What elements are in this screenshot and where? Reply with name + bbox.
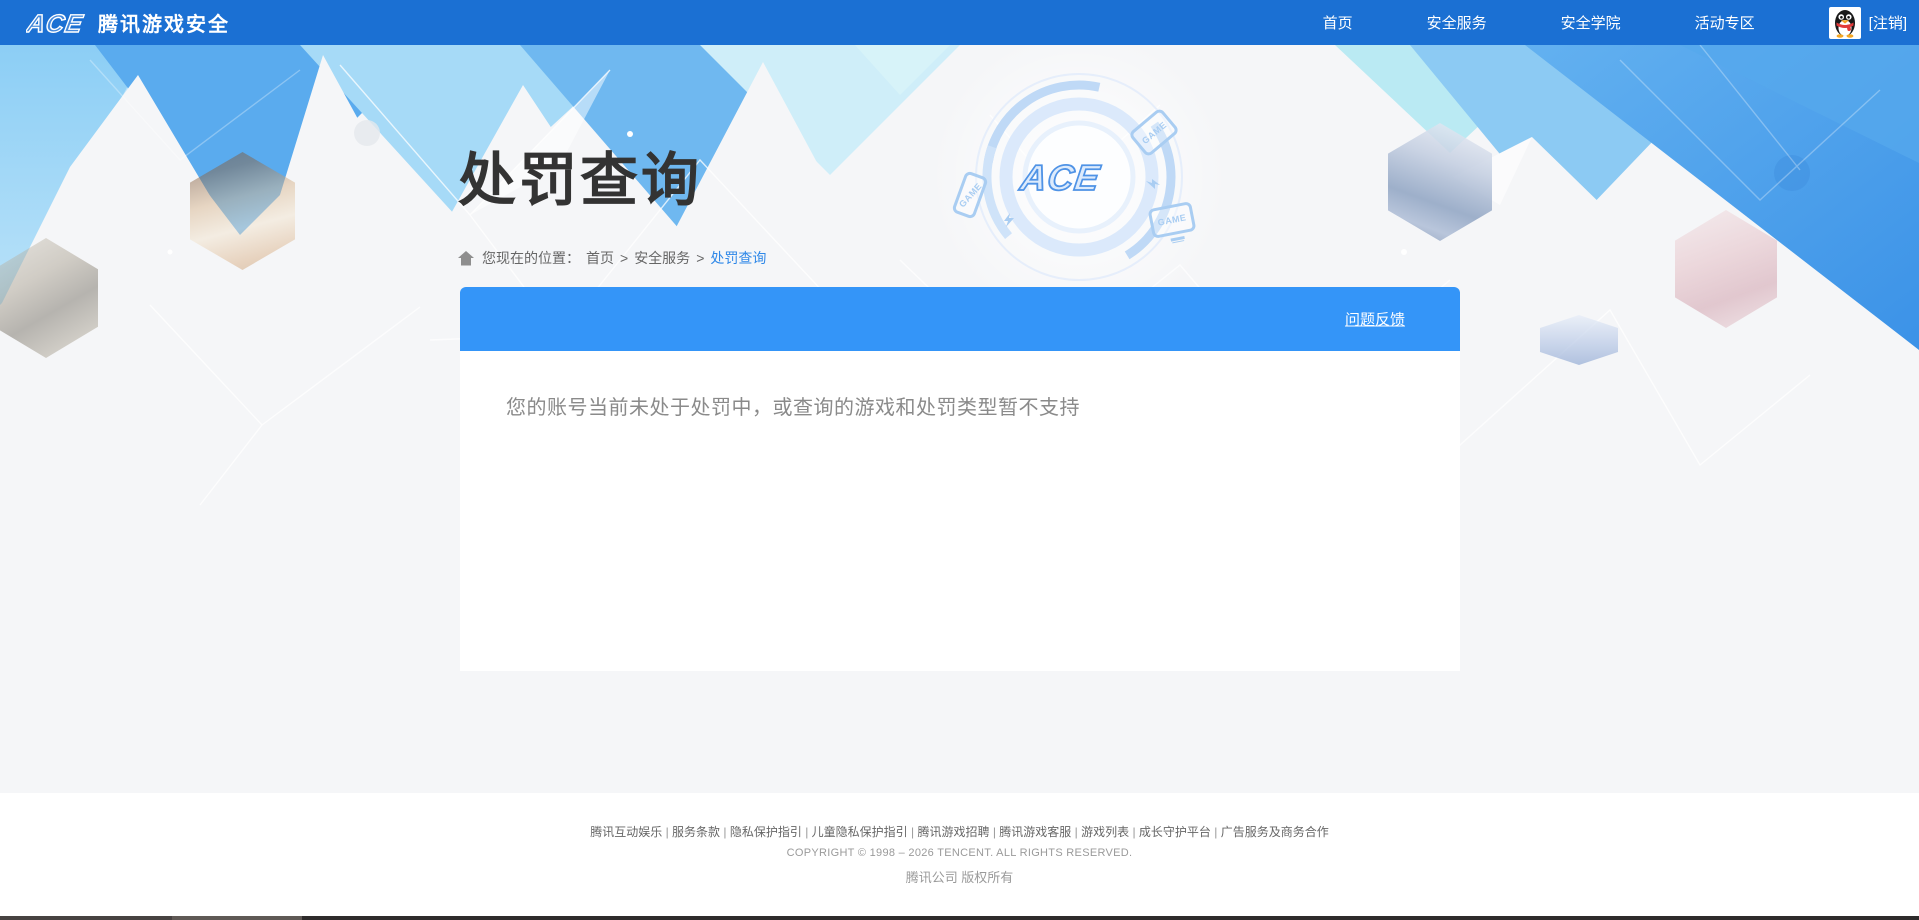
footer-link[interactable]: 广告服务及商务合作 (1221, 825, 1329, 839)
logout-button[interactable]: [注销] (1869, 12, 1907, 33)
footer-separator: | (1210, 825, 1221, 839)
footer-link[interactable]: 游戏列表 (1081, 825, 1129, 839)
footer-link[interactable]: 儿童隐私保护指引 (812, 825, 908, 839)
nav-item-1[interactable]: 安全服务 (1427, 12, 1487, 33)
lightning-icon (1004, 213, 1014, 227)
lightning-icon (1146, 179, 1160, 189)
brand-logo[interactable]: ACE 腾讯游戏安全 (0, 8, 230, 38)
query-result-message: 您的账号当前未处于处罚中，或查询的游戏和处罚类型暂不支持 (506, 397, 1080, 419)
footer-separator: | (1129, 825, 1139, 839)
brand-title: 腾讯游戏安全 (98, 14, 230, 36)
feedback-link[interactable]: 问题反馈 (1345, 309, 1405, 330)
panel-body: 您的账号当前未处于处罚中，或查询的游戏和处罚类型暂不支持 (460, 351, 1460, 671)
breadcrumb-security-service[interactable]: 安全服务 (634, 248, 690, 268)
svg-text:ACE: ACE (26, 10, 86, 38)
navbar-right: 首页 安全服务 安全学院 活动专区 [注销] (1323, 6, 1919, 39)
nav-item-2[interactable]: 安全学院 (1561, 12, 1621, 33)
punishment-query-page: ACE 腾讯游戏安全 首页 安全服务 安全学院 活动专区 [注销] ACE GA… (0, 0, 1919, 920)
ace-logo-icon: ACE (26, 9, 86, 38)
home-icon[interactable] (458, 250, 474, 266)
user-avatar[interactable] (1828, 6, 1861, 39)
footer-link[interactable]: 隐私保护指引 (730, 825, 802, 839)
breadcrumb-label: 您现在的位置： (482, 250, 580, 266)
page-title: 处罚查询 (458, 148, 703, 213)
footer-separator: | (662, 825, 673, 839)
footer-separator: | (989, 825, 1000, 839)
panel-header-bar: 问题反馈 (460, 287, 1460, 351)
footer-company: 腾讯公司 版权所有 (905, 870, 1014, 885)
footer-separator: | (720, 825, 730, 839)
breadcrumb-separator: > (620, 250, 629, 266)
footer-link[interactable]: 成长守护平台 (1139, 825, 1211, 839)
footer-separator: | (907, 825, 918, 839)
footer-separator: | (801, 825, 812, 839)
footer-link[interactable]: 腾讯游戏客服 (999, 825, 1071, 839)
breadcrumb-home[interactable]: 首页 (586, 248, 614, 268)
footer-links: 腾讯互动娱乐 | 服务条款 | 隐私保护指引 | 儿童隐私保护指引 | 腾讯游戏… (0, 823, 1919, 840)
footer-link[interactable]: 腾讯游戏招聘 (917, 825, 989, 839)
footer-link[interactable]: 服务条款 (672, 825, 720, 839)
bottom-strip-segment (0, 916, 172, 920)
breadcrumb-current[interactable]: 处罚查询 (710, 248, 766, 268)
nav-item-0[interactable]: 首页 (1323, 12, 1353, 33)
top-navbar: ACE 腾讯游戏安全 首页 安全服务 安全学院 活动专区 [注销] (0, 0, 1919, 45)
footer-link[interactable]: 腾讯互动娱乐 (590, 825, 662, 839)
breadcrumb: 您现在的位置： 首页 > 安全服务 > 处罚查询 (458, 248, 772, 268)
footer-copyright: COPYRIGHT © 1998 – 2026 TENCENT. ALL RIG… (786, 847, 1133, 859)
qq-penguin-icon (1834, 9, 1855, 38)
main-nav: 首页 安全服务 安全学院 活动专区 (1323, 12, 1829, 33)
page-footer: 腾讯互动娱乐 | 服务条款 | 隐私保护指引 | 儿童隐私保护指引 | 腾讯游戏… (0, 793, 1919, 916)
ace-badge-logo-text: ACE (1017, 157, 1104, 198)
breadcrumb-separator: > (696, 250, 705, 266)
nav-item-3[interactable]: 活动专区 (1695, 12, 1755, 33)
bottom-strip-segment (302, 916, 1919, 920)
footer-separator: | (1071, 825, 1082, 839)
bottom-strip-segment (172, 916, 302, 920)
